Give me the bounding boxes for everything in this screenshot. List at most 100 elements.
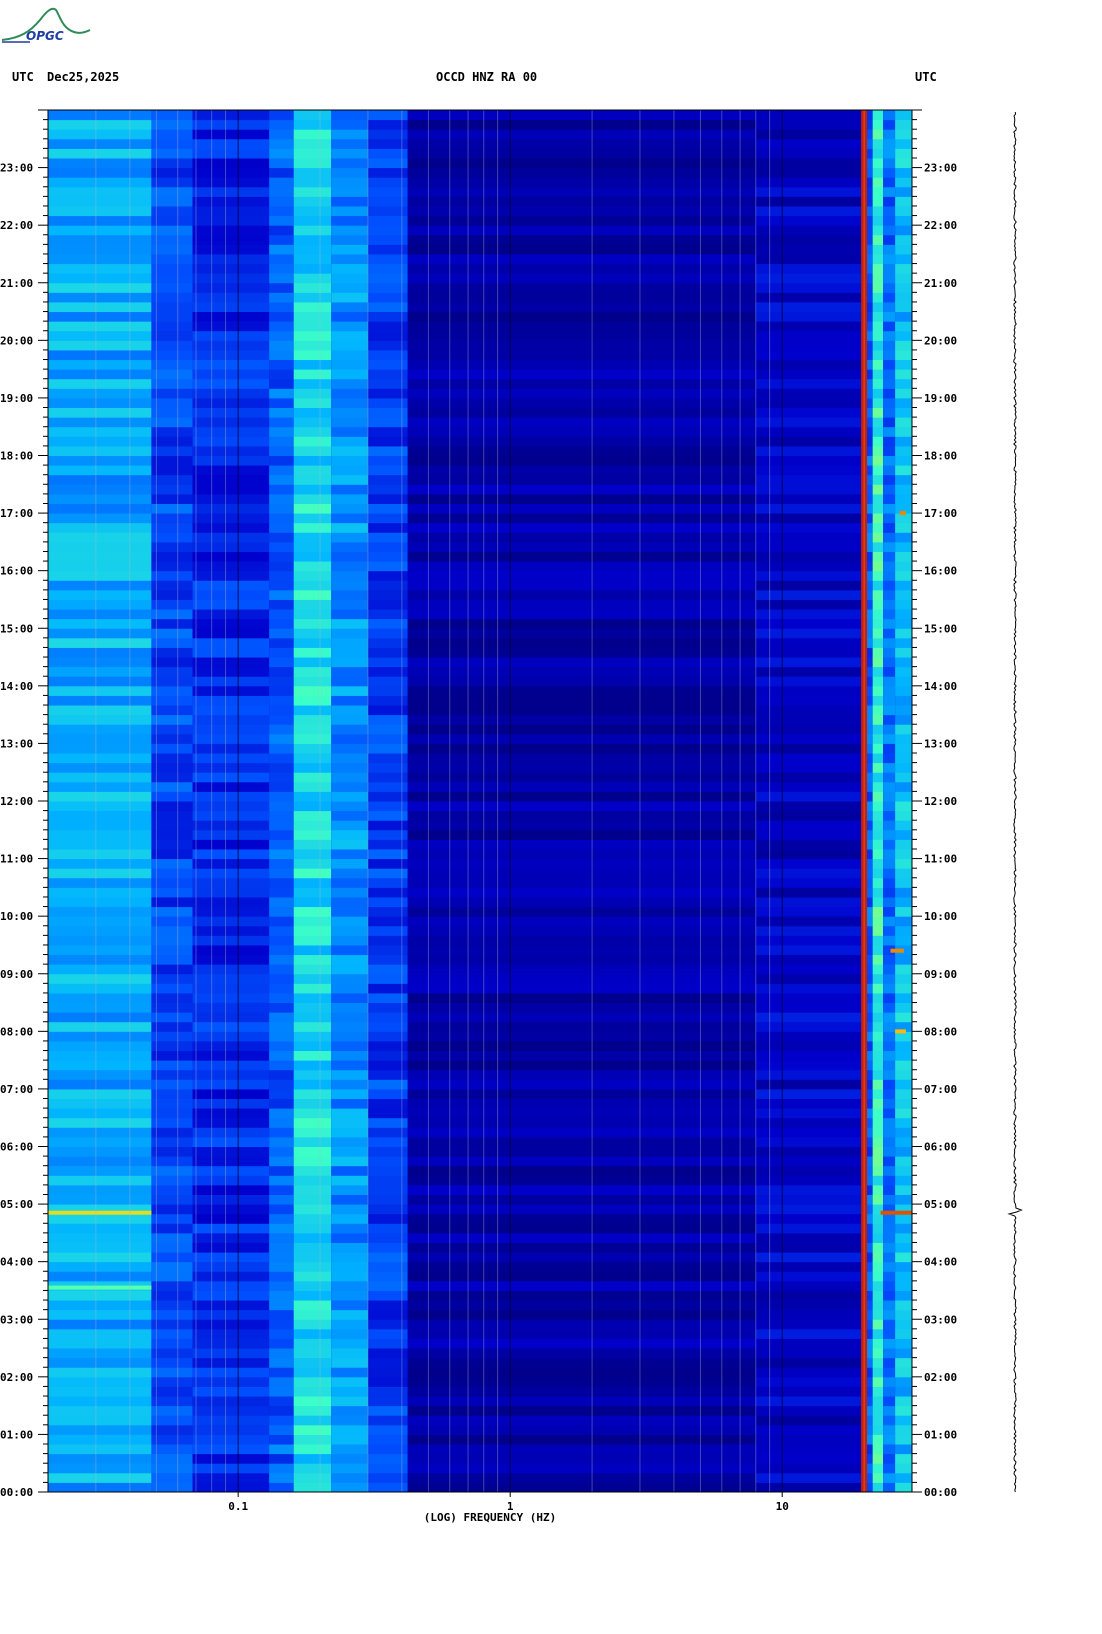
spectral-cell bbox=[867, 1060, 873, 1071]
y-tick-label-left: 02:00 bbox=[0, 1371, 33, 1384]
spectral-cell bbox=[755, 445, 862, 456]
spectral-cell bbox=[872, 532, 884, 543]
spectral-cell bbox=[269, 973, 294, 984]
spectral-cell bbox=[895, 110, 912, 121]
spectral-cell bbox=[895, 397, 912, 409]
spectral-cell bbox=[872, 1060, 884, 1071]
spectral-cell bbox=[48, 1424, 152, 1435]
spectral-cell bbox=[895, 647, 912, 658]
spectral-cell bbox=[151, 407, 193, 418]
spectral-cell bbox=[872, 1309, 884, 1320]
spectral-cell bbox=[293, 244, 332, 255]
spectral-cell bbox=[331, 340, 368, 351]
spectral-cell bbox=[872, 1472, 884, 1483]
spectral-cell bbox=[895, 474, 912, 485]
spectral-cell bbox=[293, 1232, 332, 1243]
spectral-cell bbox=[407, 1261, 756, 1272]
spectral-cell bbox=[269, 657, 294, 668]
spectral-cell bbox=[151, 1386, 193, 1397]
spectral-cell bbox=[755, 992, 862, 1004]
spectral-cell bbox=[895, 244, 912, 255]
spectral-cell bbox=[755, 1396, 862, 1407]
spectral-cell bbox=[269, 1386, 294, 1397]
spectral-cell bbox=[269, 378, 294, 389]
spectral-cell bbox=[331, 1405, 368, 1416]
spectral-cell bbox=[331, 1146, 368, 1157]
spectral-cell bbox=[407, 1012, 756, 1023]
spectral-cell bbox=[269, 522, 294, 533]
spectral-cell bbox=[755, 330, 862, 341]
spectral-cell bbox=[867, 388, 873, 399]
y-tick-label-left: 05:00 bbox=[0, 1198, 33, 1211]
spectral-cell bbox=[883, 1348, 896, 1359]
spectral-cell bbox=[293, 580, 332, 591]
spectral-cell bbox=[192, 1338, 270, 1349]
spectral-cell bbox=[151, 493, 193, 504]
spectral-cell bbox=[867, 378, 873, 389]
spectral-cell bbox=[293, 1194, 332, 1205]
spectral-cell bbox=[872, 110, 884, 121]
spectral-cell bbox=[293, 196, 332, 207]
event-streak bbox=[880, 1210, 912, 1215]
spectral-cell bbox=[867, 1348, 873, 1359]
spectral-cell bbox=[755, 810, 862, 821]
event-streak bbox=[48, 1210, 152, 1215]
spectral-cell bbox=[192, 321, 270, 332]
spectral-cell bbox=[151, 1357, 193, 1368]
spectral-cell bbox=[407, 829, 756, 840]
spectral-cell bbox=[48, 138, 152, 149]
spectral-cell bbox=[331, 1309, 368, 1320]
y-tick-label-right: 04:00 bbox=[924, 1256, 957, 1269]
spectral-cell bbox=[269, 801, 294, 812]
spectral-band bbox=[151, 110, 193, 1493]
spectral-cell bbox=[872, 1098, 884, 1109]
spectral-cell bbox=[48, 388, 152, 399]
spectral-cell bbox=[48, 1136, 152, 1147]
spectral-cell bbox=[755, 1348, 862, 1359]
spectral-cell bbox=[192, 465, 270, 476]
spectral-cell bbox=[407, 628, 756, 639]
spectral-cell bbox=[872, 1184, 884, 1195]
spectral-cell bbox=[331, 1204, 368, 1215]
spectral-cell bbox=[407, 436, 756, 447]
spectral-cell bbox=[872, 503, 884, 514]
spectral-cell bbox=[293, 426, 332, 437]
spectral-cell bbox=[48, 445, 152, 456]
spectral-cell bbox=[872, 896, 884, 908]
spectral-band bbox=[407, 110, 756, 1493]
spectral-cell bbox=[407, 1242, 756, 1253]
spectral-cell bbox=[872, 1194, 884, 1205]
spectral-cell bbox=[883, 301, 896, 313]
spectral-cell bbox=[895, 724, 912, 735]
spectral-cell bbox=[192, 561, 270, 572]
spectral-band bbox=[895, 110, 912, 1493]
spectral-cell bbox=[872, 561, 884, 572]
spectral-cell bbox=[48, 1012, 152, 1023]
spectral-cell bbox=[151, 1108, 193, 1119]
spectral-cell bbox=[331, 589, 368, 600]
spectral-cell bbox=[755, 1271, 862, 1282]
spectral-cell bbox=[192, 781, 270, 792]
spectral-cell bbox=[48, 1156, 152, 1167]
spectral-cell bbox=[151, 215, 193, 226]
spectral-cell bbox=[883, 1002, 896, 1013]
spectral-cell bbox=[883, 349, 896, 361]
spectral-cell bbox=[293, 436, 332, 447]
spectral-cell bbox=[895, 561, 912, 572]
spectral-cell bbox=[151, 167, 193, 178]
spectral-cell bbox=[883, 906, 896, 917]
spectral-cell bbox=[48, 1376, 152, 1387]
spectral-cell bbox=[331, 762, 368, 773]
spectral-cell bbox=[331, 791, 368, 802]
spectral-cell bbox=[755, 407, 862, 418]
spectral-cell bbox=[331, 1434, 368, 1445]
spectral-cell bbox=[867, 1050, 873, 1061]
spectral-cell bbox=[293, 1242, 332, 1253]
spectral-cell bbox=[883, 637, 896, 648]
spectral-cell bbox=[755, 1434, 862, 1445]
spectral-cell bbox=[48, 762, 152, 773]
spectral-cell bbox=[269, 1280, 294, 1291]
y-tick-label-left: 11:00 bbox=[0, 853, 33, 866]
spectral-cell bbox=[151, 1069, 193, 1080]
spectral-cell bbox=[755, 580, 862, 591]
